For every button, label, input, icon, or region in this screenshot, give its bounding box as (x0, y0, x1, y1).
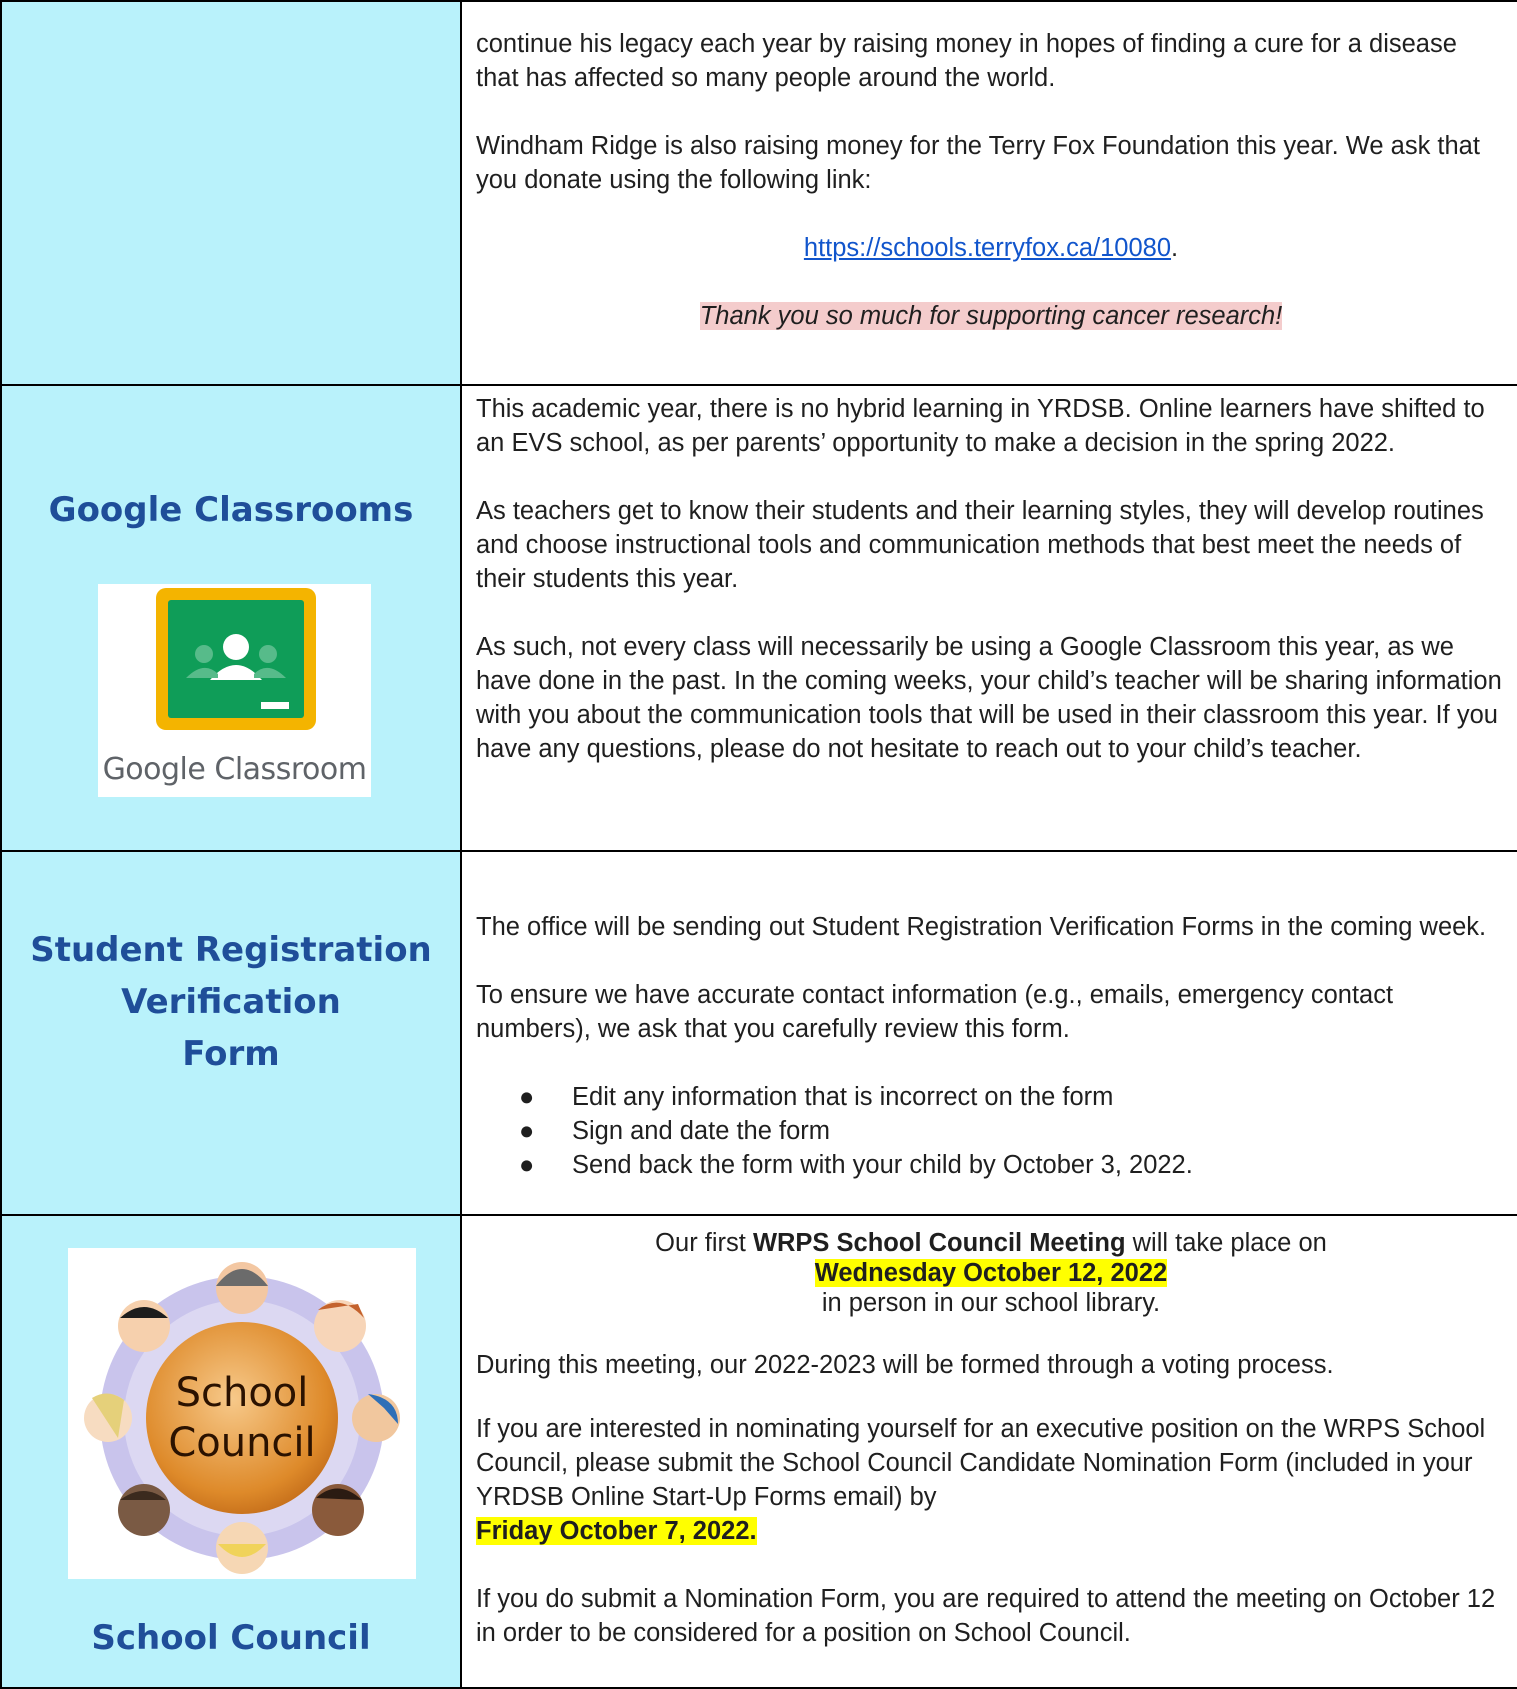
school-council-paragraph-2: If you are interested in nominating your… (476, 1412, 1506, 1548)
google-classroom-wordmark: Google Classroom (98, 752, 371, 787)
thanks-highlight: Thank you so much for supporting cancer … (699, 302, 1283, 330)
registration-heading-line-2: Verification (121, 982, 341, 1022)
wordmark-classroom: Classroom (205, 752, 367, 787)
google-classrooms-content: This academic year, there is no hybrid l… (460, 384, 1517, 852)
bullet-icon: ● (519, 1117, 535, 1145)
registration-content: The office will be sending out Student R… (460, 850, 1517, 1216)
newsletter-page: continue his legacy each year by raising… (0, 0, 1517, 1689)
registration-row: Student Registration Verification Form T… (0, 850, 1517, 1216)
google-classrooms-paragraph-2: As teachers get to know their students a… (476, 497, 1484, 593)
nomination-deadline-highlight: Friday October 7, 2022. (476, 1517, 757, 1545)
meeting-location: in person in our school library. (821, 1289, 1161, 1317)
terry-fox-content: continue his legacy each year by raising… (460, 0, 1517, 386)
school-council-paragraph-3: If you do submit a Nomination Form, you … (476, 1585, 1496, 1647)
intro-text-pre: Our first (655, 1229, 753, 1257)
terry-fox-paragraph-1: continue his legacy each year by raising… (476, 30, 1457, 92)
registration-paragraph-1: The office will be sending out Student R… (476, 913, 1487, 941)
school-council-logo-line-1: School (176, 1370, 309, 1416)
bullet-icon: ● (519, 1151, 535, 1179)
google-classrooms-paragraph-1: This academic year, there is no hybrid l… (476, 395, 1485, 457)
school-council-illustration: School Council (84, 1262, 400, 1574)
google-classroom-logo: Google Classroom (98, 584, 371, 797)
registration-left-cell: Student Registration Verification Form (0, 850, 462, 1216)
donation-link-suffix: . (1171, 234, 1179, 262)
google-classrooms-row: Google Classrooms Google Classroom This … (0, 384, 1517, 852)
bullet-text: Sign and date the form (572, 1117, 831, 1145)
newsletter-table: continue his legacy each year by raising… (0, 0, 1517, 1689)
school-council-paragraph-1: During this meeting, our 2022-2023 will … (476, 1351, 1334, 1379)
school-council-left-cell: School Council School Council (0, 1214, 462, 1689)
intro-text-post: will take place on (1125, 1229, 1327, 1257)
google-classrooms-heading: Google Classrooms (48, 490, 414, 530)
school-council-content: Our first WRPS School Council Meeting wi… (460, 1214, 1517, 1689)
registration-heading-line-1: Student Registration (30, 930, 432, 970)
intro-text-bold: WRPS School Council Meeting (752, 1229, 1126, 1257)
thanks-line: Thank you so much for supporting cancer … (476, 299, 1506, 333)
list-item: ● Sign and date the form (476, 1114, 1506, 1148)
terry-fox-row: continue his legacy each year by raising… (0, 0, 1517, 386)
list-item: ● Edit any information that is incorrect … (476, 1080, 1506, 1114)
nomination-text: If you are interested in nominating your… (476, 1415, 1486, 1511)
school-council-row: School Council School Council Our first … (0, 1214, 1517, 1689)
meeting-intro: Our first WRPS School Council Meeting wi… (476, 1228, 1506, 1258)
meeting-date-highlight: Wednesday October 12, 2022 (814, 1259, 1168, 1287)
donation-link[interactable]: https://schools.terryfox.ca/10080 (804, 234, 1171, 262)
wordmark-google: Google (102, 752, 206, 787)
list-item: ● Send back the form with your child by O… (476, 1148, 1506, 1182)
school-council-heading: School Council (91, 1618, 371, 1658)
bullet-text: Edit any information that is incorrect o… (572, 1083, 1114, 1111)
registration-heading: Student Registration Verification Form (2, 924, 460, 1080)
terry-fox-left-cell (0, 0, 462, 386)
school-council-logo-line-2: Council (168, 1420, 315, 1466)
registration-paragraph-2: To ensure we have accurate contact infor… (476, 981, 1394, 1043)
terry-fox-paragraph-2: Windham Ridge is also raising money for … (476, 132, 1480, 194)
school-council-logo: School Council (68, 1248, 416, 1579)
donation-link-line: https://schools.terryfox.ca/10080. (476, 231, 1506, 265)
bullet-text: Send back the form with your child by Oc… (572, 1151, 1193, 1179)
bullet-icon: ● (519, 1083, 535, 1111)
registration-bullet-list: ● Edit any information that is incorrect … (476, 1080, 1506, 1182)
registration-heading-line-3: Form (182, 1034, 280, 1074)
meeting-date-line: Wednesday October 12, 2022 (476, 1258, 1506, 1288)
google-classrooms-left-cell: Google Classrooms Google Classroom (0, 384, 462, 852)
google-classrooms-paragraph-3: As such, not every class will necessaril… (476, 633, 1502, 763)
